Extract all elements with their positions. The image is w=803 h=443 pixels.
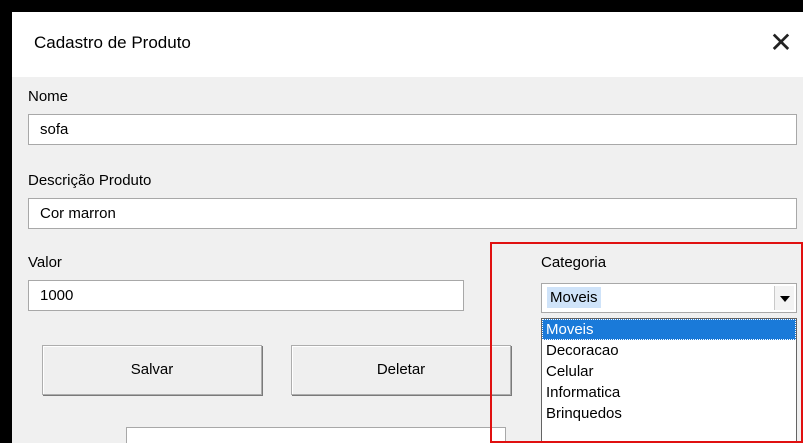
title-bar: Cadastro de Produto ✕ bbox=[12, 12, 803, 77]
categoria-option[interactable]: Decoracao bbox=[542, 340, 796, 361]
categoria-option[interactable]: Celular bbox=[542, 361, 796, 382]
product-form-window: Cadastro de Produto ✕ Nome sofa Descriçã… bbox=[12, 12, 803, 443]
close-icon[interactable]: ✕ bbox=[764, 26, 798, 60]
deletar-button[interactable]: Deletar bbox=[291, 345, 511, 395]
categoria-option[interactable]: Moveis bbox=[542, 319, 796, 340]
window-title: Cadastro de Produto bbox=[34, 33, 191, 52]
categoria-option[interactable]: Brinquedos bbox=[542, 403, 796, 424]
nome-label: Nome bbox=[28, 88, 69, 105]
descricao-input[interactable]: Cor marron bbox=[28, 198, 797, 229]
categoria-selected-value: Moveis bbox=[547, 287, 601, 308]
categoria-combobox[interactable]: Moveis bbox=[541, 283, 797, 313]
list-box[interactable] bbox=[126, 427, 506, 443]
salvar-button[interactable]: Salvar bbox=[42, 345, 262, 395]
categoria-label: Categoria bbox=[541, 254, 607, 271]
descricao-label: Descrição Produto bbox=[28, 172, 152, 189]
chevron-down-icon[interactable] bbox=[774, 286, 794, 310]
valor-label: Valor bbox=[28, 254, 62, 271]
categoria-option[interactable]: Informatica bbox=[542, 382, 796, 403]
categoria-dropdown-list[interactable]: Moveis Decoracao Celular Informatica Bri… bbox=[541, 318, 797, 443]
valor-input[interactable]: 1000 bbox=[28, 280, 464, 311]
nome-input[interactable]: sofa bbox=[28, 114, 797, 145]
